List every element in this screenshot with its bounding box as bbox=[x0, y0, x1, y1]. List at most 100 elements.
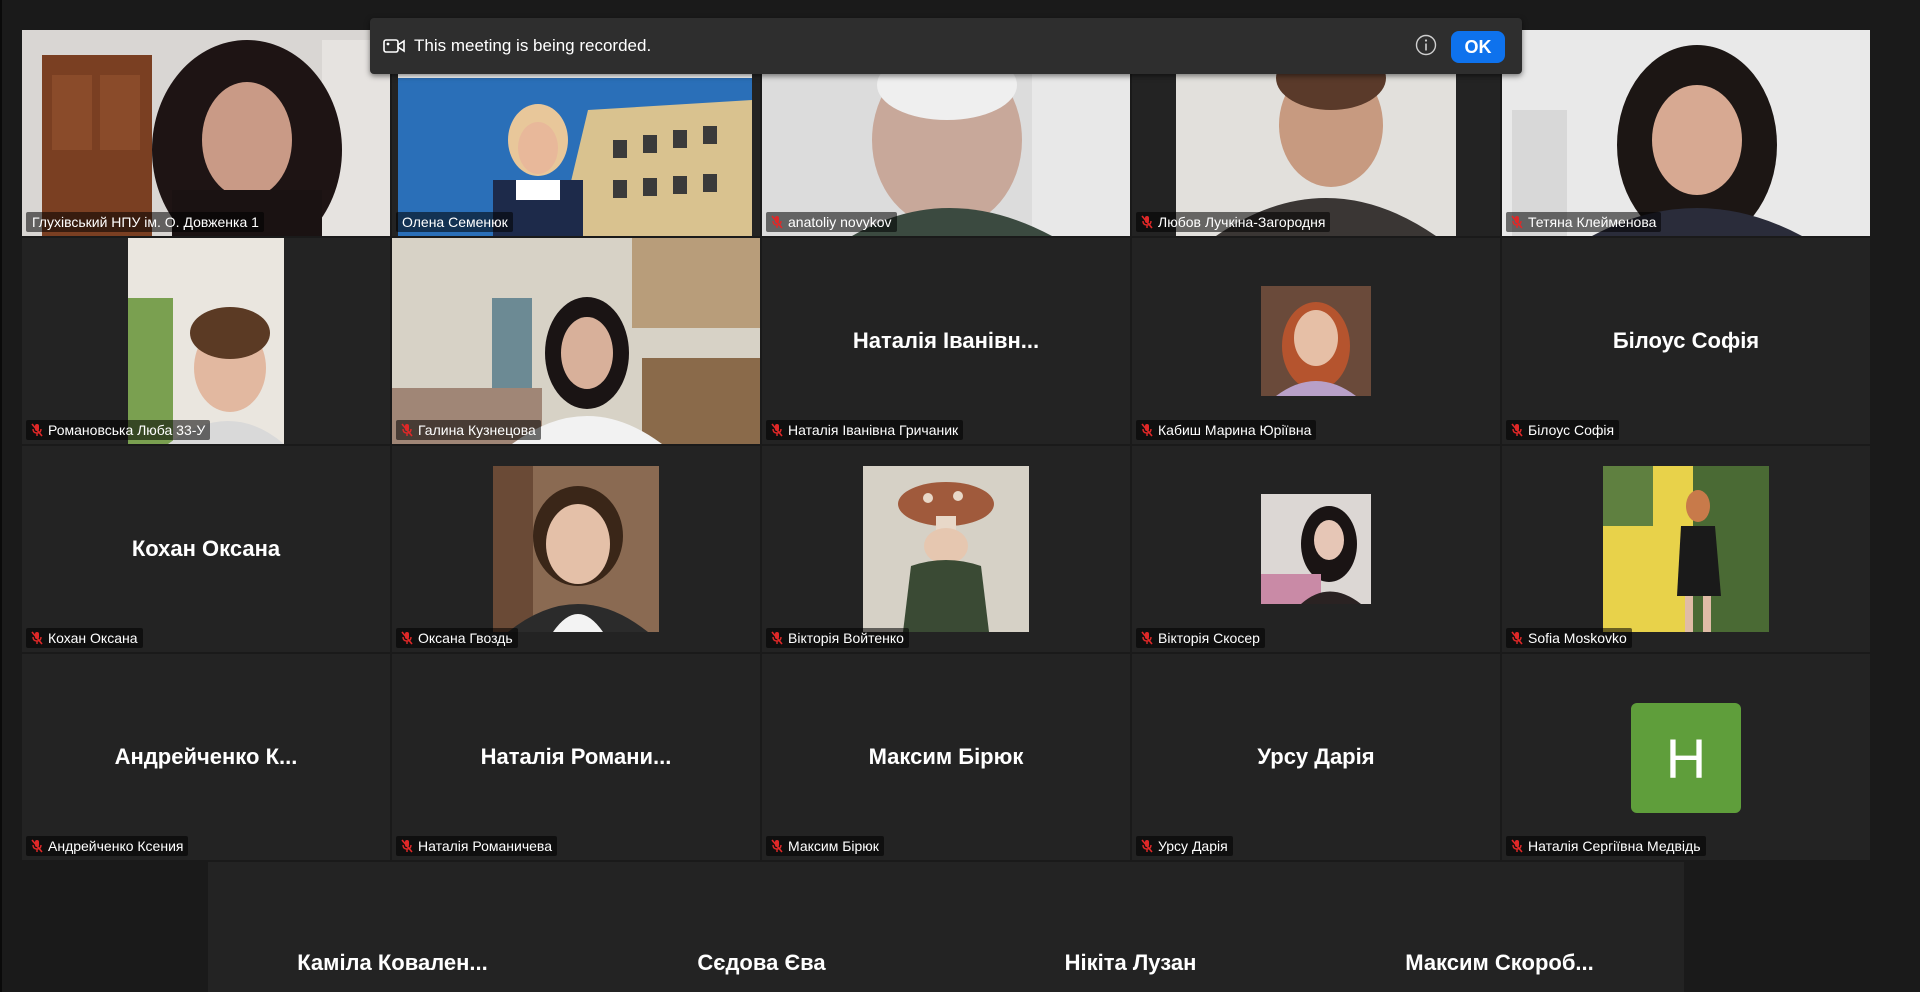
participant-name-tag: Урсу Дарія bbox=[1136, 836, 1233, 856]
recording-notice-text: This meeting is being recorded. bbox=[414, 36, 652, 55]
participant-tile[interactable]: Вікторія Скосер bbox=[1132, 446, 1500, 652]
participant-tile[interactable]: Вікторія Войтенко bbox=[762, 446, 1130, 652]
muted-mic-icon bbox=[400, 631, 414, 645]
participant-name: Вікторія Скосер bbox=[1158, 630, 1260, 646]
participant-display-name[interactable]: Максим Скороб... bbox=[1315, 950, 1684, 976]
participant-tile[interactable]: Наталія Романи... Наталія Романичева bbox=[392, 654, 760, 860]
participant-name-tag: Тетяна Клейменова bbox=[1506, 212, 1662, 232]
participant-name-tag: Кабиш Марина Юріївна bbox=[1136, 420, 1317, 440]
participant-name: Вікторія Войтенко bbox=[788, 630, 904, 646]
participant-name-tag: Андрейченко Ксения bbox=[26, 836, 189, 856]
participant-name: Андрейченко Ксения bbox=[48, 838, 184, 854]
participant-tile[interactable]: Кабиш Марина Юріївна bbox=[1132, 238, 1500, 444]
muted-mic-icon bbox=[1510, 631, 1524, 645]
participant-tile[interactable]: Білоус Софія Білоус Софія bbox=[1502, 238, 1870, 444]
participant-name-tag: Sofia Moskovko bbox=[1506, 628, 1632, 648]
profile-photo bbox=[1603, 466, 1769, 632]
participant-name-tag: Олена Семенюк bbox=[396, 212, 513, 232]
muted-mic-icon bbox=[770, 839, 784, 853]
participant-name: Глухівський НПУ ім. О. Довженка 1 bbox=[32, 214, 259, 230]
video-camera-icon bbox=[383, 37, 405, 55]
participant-tile[interactable]: Оксана Гвоздь bbox=[392, 446, 760, 652]
participant-display-name[interactable]: Каміла Ковален... bbox=[208, 950, 577, 976]
participant-name-tag: anatoliy novykov bbox=[766, 212, 897, 232]
participant-video bbox=[22, 30, 390, 236]
participant-name: Наталія Сергіївна Медвідь bbox=[1528, 838, 1701, 854]
participant-row-partial: Каміла Ковален... Сєдова Єва Нікіта Луза… bbox=[208, 862, 1684, 992]
muted-mic-icon bbox=[400, 423, 414, 437]
ok-button[interactable]: OK bbox=[1451, 31, 1505, 63]
participant-name: Олена Семенюк bbox=[402, 214, 508, 230]
profile-photo bbox=[863, 466, 1029, 632]
participant-tile[interactable]: Урсу Дарія Урсу Дарія bbox=[1132, 654, 1500, 860]
participant-name-tag: Любов Лучкіна-Загородня bbox=[1136, 212, 1331, 232]
participant-name: Кабиш Марина Юріївна bbox=[1158, 422, 1312, 438]
participant-name: Оксана Гвоздь bbox=[418, 630, 513, 646]
participant-name: Sofia Moskovko bbox=[1528, 630, 1627, 646]
letter-avatar: Н bbox=[1631, 703, 1741, 813]
participant-tile[interactable]: Глухівський НПУ ім. О. Довженка 1 bbox=[22, 30, 390, 236]
muted-mic-icon bbox=[1140, 215, 1154, 229]
participant-name: Наталія Романичева bbox=[418, 838, 552, 854]
participant-name-tag: Галина Кузнецова bbox=[396, 420, 541, 440]
profile-photo bbox=[1261, 494, 1371, 604]
participant-tile[interactable]: Андрейченко К... Андрейченко Ксения bbox=[22, 654, 390, 860]
participant-gallery: Глухівський НПУ ім. О. Довженка 1 Олена … bbox=[0, 0, 1920, 992]
profile-photo bbox=[493, 466, 659, 632]
participant-name: anatoliy novykov bbox=[788, 214, 892, 230]
muted-mic-icon bbox=[1510, 839, 1524, 853]
participant-name-tag: Романовська Люба 33-У bbox=[26, 420, 211, 440]
recording-notice-banner: This meeting is being recorded. OK bbox=[370, 18, 1522, 74]
participant-display-name[interactable]: Сєдова Єва bbox=[577, 950, 946, 976]
muted-mic-icon bbox=[400, 839, 414, 853]
muted-mic-icon bbox=[770, 631, 784, 645]
participant-name-tag: Наталія Романичева bbox=[396, 836, 557, 856]
participant-tile[interactable]: Галина Кузнецова bbox=[392, 238, 760, 444]
participant-display-name: Андрейченко К... bbox=[114, 744, 298, 769]
participant-tile[interactable]: Наталія Іванівн... Наталія Іванівна Грич… bbox=[762, 238, 1130, 444]
participant-tile[interactable]: Н Наталія Сергіївна Медвідь bbox=[1502, 654, 1870, 860]
participant-name: Галина Кузнецова bbox=[418, 422, 536, 438]
participant-name-tag: Білоус Софія bbox=[1506, 420, 1620, 440]
participant-display-name: Білоус Софія bbox=[1612, 328, 1760, 353]
participant-name-tag: Вікторія Войтенко bbox=[766, 628, 909, 648]
muted-mic-icon bbox=[770, 215, 784, 229]
participant-name: Урсу Дарія bbox=[1158, 838, 1228, 854]
participant-display-name: Урсу Дарія bbox=[1257, 744, 1375, 769]
participant-display-name: Наталія Романи... bbox=[480, 744, 672, 769]
participant-name: Романовська Люба 33-У bbox=[48, 422, 206, 438]
participant-video bbox=[1502, 30, 1870, 236]
muted-mic-icon bbox=[1140, 839, 1154, 853]
participant-name: Кохан Оксана bbox=[48, 630, 138, 646]
participant-name-tag: Кохан Оксана bbox=[26, 628, 143, 648]
participant-display-name: Максим Бірюк bbox=[868, 744, 1024, 769]
muted-mic-icon bbox=[1140, 631, 1154, 645]
participant-name-tag: Наталія Сергіївна Медвідь bbox=[1506, 836, 1706, 856]
participant-display-name: Наталія Іванівн... bbox=[852, 328, 1040, 353]
participant-tile[interactable]: Романовська Люба 33-У bbox=[22, 238, 390, 444]
participant-name: Максим Бірюк bbox=[788, 838, 879, 854]
participant-name: Тетяна Клейменова bbox=[1528, 214, 1657, 230]
participant-name-tag: Вікторія Скосер bbox=[1136, 628, 1265, 648]
muted-mic-icon bbox=[1140, 423, 1154, 437]
window-edge bbox=[0, 0, 2, 992]
participant-display-name[interactable]: Нікіта Лузан bbox=[946, 950, 1315, 976]
participant-name-tag: Максим Бірюк bbox=[766, 836, 884, 856]
participant-display-name: Кохан Оксана bbox=[131, 536, 281, 561]
participant-name-tag: Наталія Іванівна Гричаник bbox=[766, 420, 964, 440]
participant-name: Любов Лучкіна-Загородня bbox=[1158, 214, 1326, 230]
participant-tile[interactable]: Тетяна Клейменова bbox=[1502, 30, 1870, 236]
muted-mic-icon bbox=[770, 423, 784, 437]
participant-video bbox=[392, 238, 760, 444]
participant-video bbox=[128, 238, 284, 444]
muted-mic-icon bbox=[1510, 423, 1524, 437]
profile-photo bbox=[1261, 286, 1371, 396]
participant-name: Білоус Софія bbox=[1528, 422, 1615, 438]
muted-mic-icon bbox=[30, 839, 44, 853]
participant-name-tag: Глухівський НПУ ім. О. Довженка 1 bbox=[26, 212, 264, 232]
participant-tile[interactable]: Кохан Оксана Кохан Оксана bbox=[22, 446, 390, 652]
muted-mic-icon bbox=[30, 423, 44, 437]
participant-tile[interactable]: Максим Бірюк Максим Бірюк bbox=[762, 654, 1130, 860]
participant-tile[interactable]: Sofia Moskovko bbox=[1502, 446, 1870, 652]
info-icon[interactable] bbox=[1415, 34, 1437, 56]
